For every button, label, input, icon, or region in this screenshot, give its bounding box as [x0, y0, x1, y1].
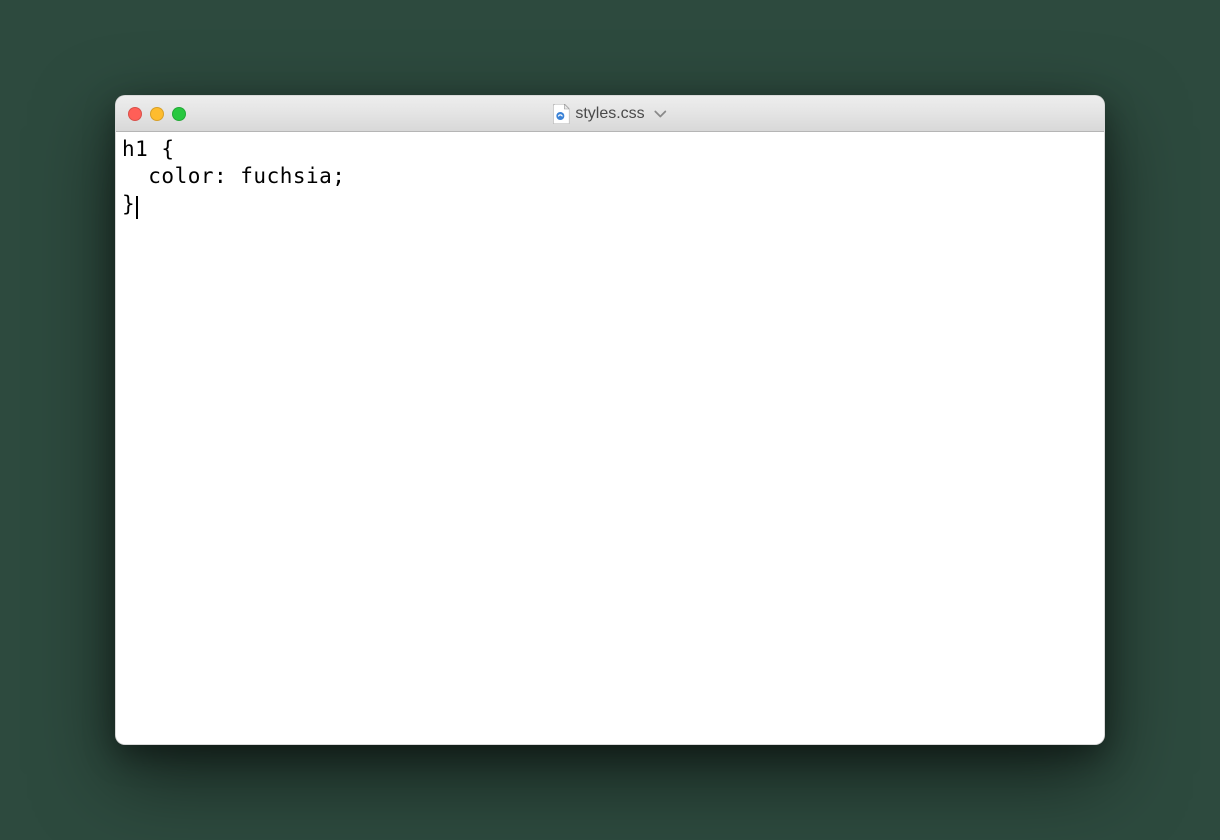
titlebar[interactable]: styles.css	[116, 96, 1104, 132]
zoom-button[interactable]	[172, 107, 186, 121]
css-file-icon	[553, 104, 569, 124]
minimize-button[interactable]	[150, 107, 164, 121]
window-title: styles.css	[575, 105, 644, 123]
code-line-1: h1 {	[122, 137, 175, 161]
text-cursor	[136, 196, 138, 219]
code-line-3: }	[122, 192, 135, 216]
chevron-down-icon[interactable]	[655, 110, 667, 118]
app-window: styles.css h1 { color: fuchsia; }	[115, 95, 1105, 745]
code-line-2: color: fuchsia;	[122, 164, 345, 188]
traffic-lights	[128, 107, 186, 121]
text-editor[interactable]: h1 { color: fuchsia; }	[116, 132, 1104, 744]
window-title-group[interactable]: styles.css	[553, 104, 666, 124]
close-button[interactable]	[128, 107, 142, 121]
